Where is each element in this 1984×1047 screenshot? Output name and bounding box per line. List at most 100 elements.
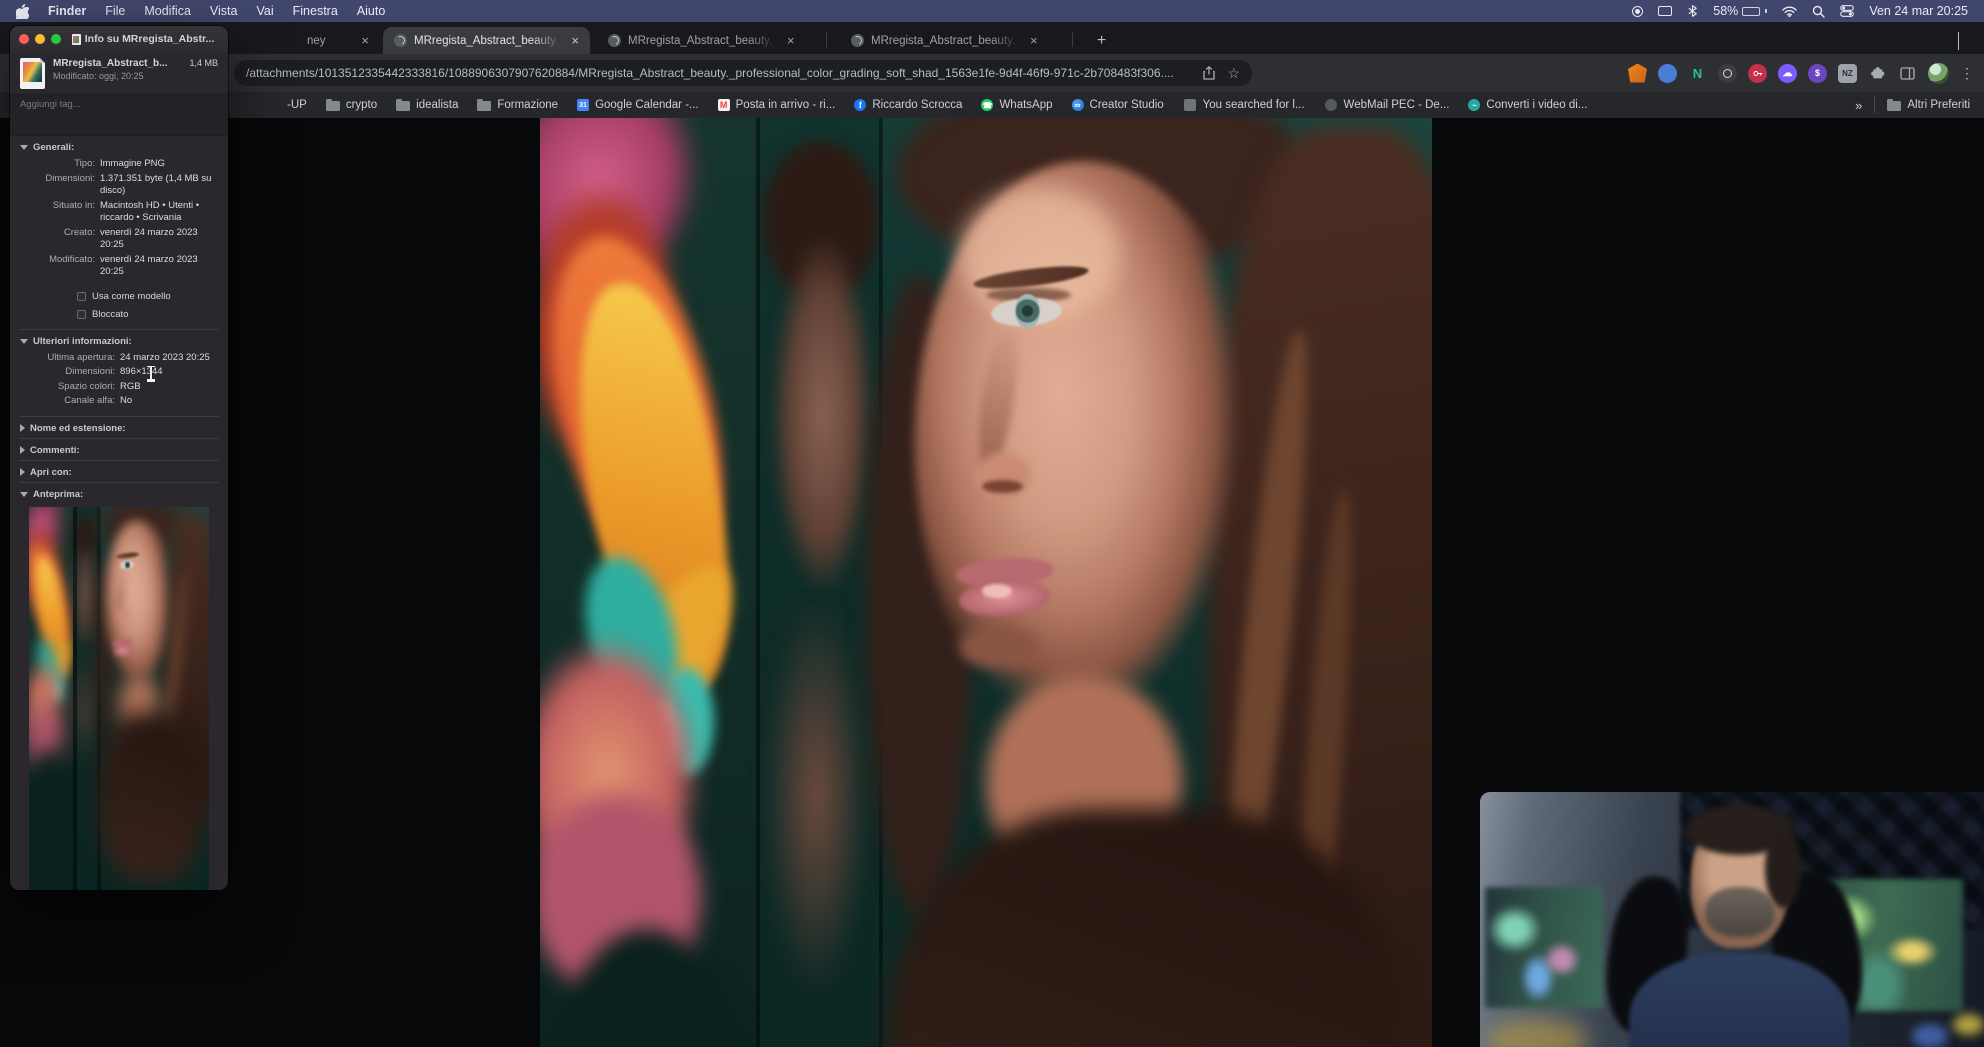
address-bar[interactable]: /attachments/1013512335442333816/1088906…	[234, 60, 1252, 86]
info-window-titlebar[interactable]: Info su MRregista_Abstr...	[10, 26, 228, 52]
bookmarks-overflow-chevron[interactable]: »	[1855, 98, 1862, 113]
wallet-extension-icon[interactable]	[1658, 63, 1677, 83]
bookmark-item[interactable]: ~ Converti i video di...	[1468, 99, 1587, 111]
bookmark-item[interactable]: WebMail PEC - De...	[1324, 99, 1449, 111]
menubar-item-finestra[interactable]: Finestra	[293, 4, 338, 18]
bookmark-item[interactable]: You searched for l...	[1183, 99, 1305, 111]
display-mirroring-icon[interactable]	[1658, 3, 1673, 19]
bookmark-item[interactable]: crypto	[325, 99, 378, 111]
bookmark-label: Creator Studio	[1089, 99, 1164, 111]
menubar-item-file[interactable]: File	[105, 4, 125, 18]
globe-favicon-icon	[851, 34, 864, 47]
minimize-traffic-light[interactable]	[35, 34, 45, 44]
bookmark-item[interactable]: ∞ Creator Studio	[1071, 99, 1164, 111]
tab-close-icon[interactable]: ×	[569, 34, 581, 47]
presenter-beard	[1705, 887, 1775, 938]
menubar-item-vista[interactable]: Vista	[210, 4, 238, 18]
tab-3[interactable]: MRregista_Abstract_beauty._ ×	[840, 27, 1052, 54]
locked-checkbox[interactable]: Bloccato	[77, 309, 219, 320]
video-converter-icon: ~	[1468, 99, 1481, 111]
metamask-extension-icon[interactable]	[1628, 63, 1647, 83]
share-icon[interactable]	[1203, 66, 1216, 80]
tab-close-icon[interactable]: ×	[359, 34, 371, 47]
browser-menu-icon[interactable]: ⋮	[1960, 65, 1974, 82]
google-calendar-icon: 31	[577, 99, 590, 111]
close-traffic-light[interactable]	[19, 34, 29, 44]
section-apri-con[interactable]: Apri con:	[19, 461, 219, 482]
new-tab-button[interactable]: +	[1090, 29, 1113, 52]
menubar-item-aiuto[interactable]: Aiuto	[357, 4, 386, 18]
globe-favicon-icon	[608, 34, 621, 47]
spotlight-search-icon[interactable]	[1812, 3, 1826, 19]
disclosure-closed-icon	[20, 424, 25, 432]
info-row: Modificato: venerdì 24 marzo 2023 20:25	[49, 253, 198, 278]
tab-search-chevron-icon[interactable]	[1958, 32, 1972, 50]
whatsapp-icon: ☎	[981, 99, 994, 111]
control-center-icon[interactable]	[1840, 3, 1855, 19]
bookmark-item[interactable]: -UP	[287, 99, 307, 111]
puzzle-extensions-icon[interactable]	[1868, 64, 1887, 83]
menubar-clock[interactable]: Ven 24 mar 20:25	[1869, 4, 1968, 18]
generic-site-icon	[1183, 99, 1197, 111]
screen-record-icon[interactable]	[1632, 3, 1644, 19]
desk-light-glow	[1485, 1019, 1588, 1047]
menubar-item-modifica[interactable]: Modifica	[144, 4, 191, 18]
menubar-app-name[interactable]: Finder	[48, 4, 86, 18]
tab-active[interactable]: MRregista_Abstract_beauty._ ×	[383, 27, 590, 54]
section-nome-ed-estensione[interactable]: Nome ed estensione:	[19, 417, 219, 438]
n-extension-icon[interactable]: N	[1688, 64, 1707, 83]
tab-close-icon[interactable]: ×	[1028, 34, 1040, 47]
checkbox-icon	[77, 291, 86, 301]
battery-status[interactable]: 58%	[1713, 4, 1768, 18]
menubar-item-vai[interactable]: Vai	[256, 4, 273, 18]
bookmark-label: Google Calendar -...	[595, 99, 699, 111]
bookmark-item[interactable]: Formazione	[477, 99, 558, 111]
other-favorites-label: Altri Preferiti	[1907, 99, 1970, 111]
section-generali[interactable]: Generali:	[19, 136, 219, 157]
document-proxy-icon	[71, 33, 81, 45]
bookmark-item[interactable]: 31 Google Calendar -...	[577, 99, 699, 111]
bookmark-item[interactable]: ☎ WhatsApp	[981, 99, 1053, 111]
gmail-icon: M	[717, 99, 730, 111]
coin-extension-icon[interactable]: $	[1808, 63, 1827, 83]
section-ulteriori-informazioni[interactable]: Ulteriori informazioni:	[19, 330, 219, 351]
webcam-overlay	[1470, 782, 1984, 1047]
side-panel-icon[interactable]	[1898, 64, 1917, 83]
key-extension-icon[interactable]	[1748, 63, 1767, 83]
folder-icon	[1887, 99, 1902, 111]
tab-close-icon[interactable]: ×	[785, 34, 797, 47]
add-tags-field[interactable]: Aggiungi tag...	[10, 94, 228, 136]
nz-extension-icon[interactable]: NZ	[1838, 63, 1857, 83]
tab-partial[interactable]: ney ×	[238, 27, 380, 54]
url-text: /attachments/1013512335442333816/1088906…	[246, 66, 1174, 80]
disclosure-open-icon	[20, 145, 28, 150]
viewed-image[interactable]	[540, 118, 1432, 1047]
other-favorites-button[interactable]: Altri Preferiti	[1887, 99, 1970, 111]
bookmark-star-icon[interactable]: ☆	[1227, 65, 1240, 82]
apple-menu-icon[interactable]	[16, 3, 29, 19]
bookmark-item[interactable]: f Riccardo Scrocca	[854, 99, 962, 111]
png-file-icon	[20, 58, 45, 89]
zoom-traffic-light[interactable]	[51, 34, 61, 44]
section-anteprima[interactable]: Anteprima:	[19, 483, 219, 504]
dark-circle-extension-icon[interactable]	[1718, 63, 1737, 83]
bookmark-label: WhatsApp	[999, 99, 1053, 111]
image-seam	[755, 118, 760, 1047]
info-row: Spazio colori: RGB	[57, 380, 141, 392]
info-row: Creato: venerdì 24 marzo 2023 20:25	[63, 226, 198, 251]
info-window-title: Info su MRregista_Abstr...	[84, 33, 215, 45]
facebook-icon: f	[854, 99, 867, 111]
section-commenti[interactable]: Commenti:	[19, 439, 219, 460]
bluetooth-icon[interactable]	[1687, 3, 1698, 19]
bookmark-label: crypto	[345, 99, 378, 111]
wifi-icon[interactable]	[1782, 3, 1798, 19]
cloud-extension-icon[interactable]: ☁	[1778, 63, 1797, 83]
profile-avatar[interactable]	[1928, 62, 1949, 84]
bookmark-label: You searched for l...	[1202, 99, 1305, 111]
iris-shape	[1014, 294, 1041, 328]
bookmark-item[interactable]: M Posta in arrivo - ri...	[717, 99, 835, 111]
bookmark-item[interactable]: idealista	[396, 99, 458, 111]
tab-2[interactable]: MRregista_Abstract_beauty._ ×	[597, 27, 807, 54]
info-row: Tipo: Immagine PNG	[74, 158, 165, 169]
template-checkbox[interactable]: Usa come modello	[77, 291, 219, 302]
